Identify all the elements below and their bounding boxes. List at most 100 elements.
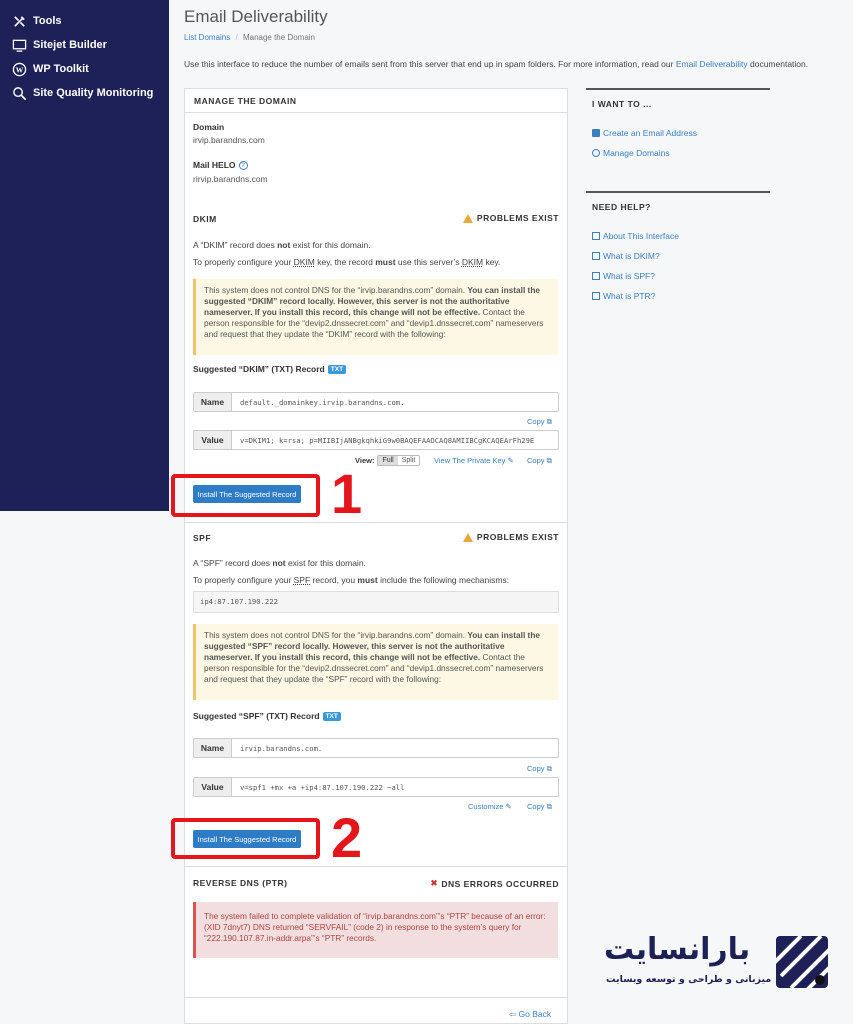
- svg-text:W: W: [16, 65, 24, 74]
- intro-text: Use this interface to reduce the number …: [184, 59, 844, 69]
- go-back-link[interactable]: ⇦ Go Back: [509, 1009, 551, 1020]
- dkim-abbr: DKIM: [461, 257, 484, 267]
- spf-value-field: Value v=spf1 +mx +a +ip4:87.107.190.222 …: [193, 777, 559, 797]
- dkim-warning-note: This system does not control DNS for the…: [193, 279, 558, 355]
- copy-icon: ⧉: [546, 764, 552, 773]
- t: View The Private Key: [434, 456, 506, 465]
- breadcrumb: List Domains / Manage the Domain: [184, 33, 315, 42]
- t: Suggested “DKIM” (TXT) Record: [193, 364, 325, 374]
- what-is-dkim-link[interactable]: What is DKIM?: [586, 246, 770, 266]
- dkim-line2: To properly configure your DKIM key, the…: [193, 257, 500, 267]
- t: Customize: [468, 802, 504, 811]
- txt-tag: TXT: [327, 365, 347, 375]
- breadcrumb-current: Manage the Domain: [242, 33, 315, 42]
- page-title: Email Deliverability: [184, 7, 328, 26]
- monitor-icon: [12, 39, 27, 52]
- dkim-title: DKIM: [193, 214, 217, 224]
- name-label: Name: [194, 393, 232, 411]
- annotation-box-2: [171, 818, 320, 859]
- need-help-box: NEED HELP? About This Interface What is …: [586, 191, 770, 306]
- t-bold: not: [272, 558, 286, 568]
- warning-icon: [462, 213, 473, 223]
- t: Go Back: [518, 1009, 552, 1019]
- view-private-key-link[interactable]: View The Private Key ✎: [434, 456, 514, 465]
- pencil-icon: ✎: [507, 456, 514, 465]
- dkim-name-copy[interactable]: Copy ⧉: [527, 417, 552, 427]
- t: A “DKIM” record does: [193, 240, 278, 250]
- divider: [184, 866, 568, 867]
- need-help-title: NEED HELP?: [592, 202, 651, 212]
- t: To properly configure your: [193, 575, 294, 585]
- annotation-number-2: 2: [331, 806, 363, 869]
- warning-icon: [462, 532, 473, 542]
- sidebar-item-wp-toolkit[interactable]: W WP Toolkit: [0, 57, 169, 81]
- copy-icon: ⧉: [546, 417, 552, 426]
- dkim-view-row: View: Full Split: [355, 455, 421, 466]
- manage-domains-link[interactable]: Manage Domains: [586, 143, 770, 163]
- external-link-icon: [592, 292, 600, 300]
- about-interface-link[interactable]: About This Interface: [586, 226, 770, 246]
- t: This system does not control DNS for the…: [204, 630, 468, 640]
- spf-value-value[interactable]: v=spf1 +mx +a +ip4:87.107.190.222 ~all: [232, 778, 404, 796]
- helo-label-wrap: Mail HELO ?: [193, 160, 248, 170]
- t-bold: must: [357, 575, 378, 585]
- copy-label: Copy: [527, 417, 545, 426]
- brand-logo-icon: [776, 936, 828, 988]
- dkim-status: PROBLEMS EXIST: [462, 213, 559, 223]
- intro-doc-link[interactable]: Email Deliverability: [676, 59, 748, 69]
- dkim-name-value[interactable]: default._domainkey.irvip.barandns.com.: [232, 393, 404, 411]
- spf-abbr: SPF: [293, 575, 311, 585]
- copy-icon: ⧉: [546, 456, 552, 465]
- i-want-to-box: I WANT TO ... Create an Email Address Ma…: [586, 88, 770, 163]
- external-link-icon: [592, 232, 600, 240]
- brand-tagline: میزبانی و طراحی و توسعه وبسایت: [606, 974, 772, 985]
- t: key.: [483, 257, 501, 267]
- breadcrumb-sep: /: [235, 33, 238, 42]
- dkim-value-field: Value v=DKIM1; k=rsa; p=MIIBIjANBgkqhkiG…: [193, 430, 559, 450]
- copy-icon: ⧉: [546, 802, 552, 811]
- i-want-to-title: I WANT TO ...: [592, 99, 652, 109]
- spf-value-copy[interactable]: Copy ⧉: [527, 802, 552, 812]
- sidebar-item-sitejet[interactable]: Sitejet Builder: [0, 33, 169, 57]
- what-is-ptr-link[interactable]: What is PTR?: [586, 286, 770, 306]
- spf-name-value[interactable]: irvip.barandns.com.: [232, 739, 322, 757]
- dkim-line1: A “DKIM” record does not exist for this …: [193, 240, 371, 250]
- sidebar-item-label: Tools: [33, 15, 62, 27]
- spf-title: SPF: [193, 533, 212, 543]
- globe-icon: [592, 149, 600, 157]
- create-email-link[interactable]: Create an Email Address: [586, 123, 770, 143]
- spf-name-copy[interactable]: Copy ⧉: [527, 764, 552, 774]
- t-bold: not: [277, 240, 291, 250]
- copy-label: Copy: [527, 802, 545, 811]
- ptr-title: REVERSE DNS (PTR): [193, 878, 288, 888]
- helo-label: Mail HELO: [193, 160, 236, 170]
- arrow-left-icon: ⇦: [509, 1009, 517, 1019]
- name-label: Name: [194, 739, 232, 757]
- domain-value: irvip.barandns.com: [193, 135, 265, 145]
- sidebar-item-label: Sitejet Builder: [33, 39, 107, 51]
- helo-value: rirvip.barandns.com: [193, 174, 268, 184]
- sidebar-item-tools[interactable]: Tools: [0, 9, 169, 33]
- intro-suffix: documentation.: [747, 59, 809, 69]
- t: record, you: [310, 575, 358, 585]
- brand-name: بارانسایت: [604, 932, 751, 967]
- help-icon[interactable]: ?: [238, 160, 248, 170]
- what-is-spf-link[interactable]: What is SPF?: [586, 266, 770, 286]
- dkim-value-value[interactable]: v=DKIM1; k=rsa; p=MIIBIjANBgkqhkiG9w0BAQ…: [232, 431, 534, 449]
- dkim-value-copy[interactable]: Copy ⧉: [527, 456, 552, 466]
- divider: [184, 997, 568, 998]
- value-label: Value: [194, 778, 232, 796]
- sidebar-item-label: Site Quality Monitoring: [33, 87, 154, 99]
- t-bold: must: [375, 257, 396, 267]
- spf-status: PROBLEMS EXIST: [462, 532, 559, 542]
- spf-customize-link[interactable]: Customize ✎: [468, 802, 512, 811]
- breadcrumb-list-domains[interactable]: List Domains: [184, 33, 230, 42]
- view-full-button[interactable]: Full: [378, 456, 398, 465]
- view-split-button[interactable]: Split: [398, 456, 420, 465]
- dkim-status-text: PROBLEMS EXIST: [476, 213, 559, 223]
- sidebar-item-site-quality[interactable]: Site Quality Monitoring: [0, 81, 169, 105]
- t: key, the record: [314, 257, 376, 267]
- spf-mechanism: ip4:87.107.190.222: [193, 591, 559, 613]
- envelope-icon: [592, 129, 600, 137]
- external-link-icon: [592, 252, 600, 260]
